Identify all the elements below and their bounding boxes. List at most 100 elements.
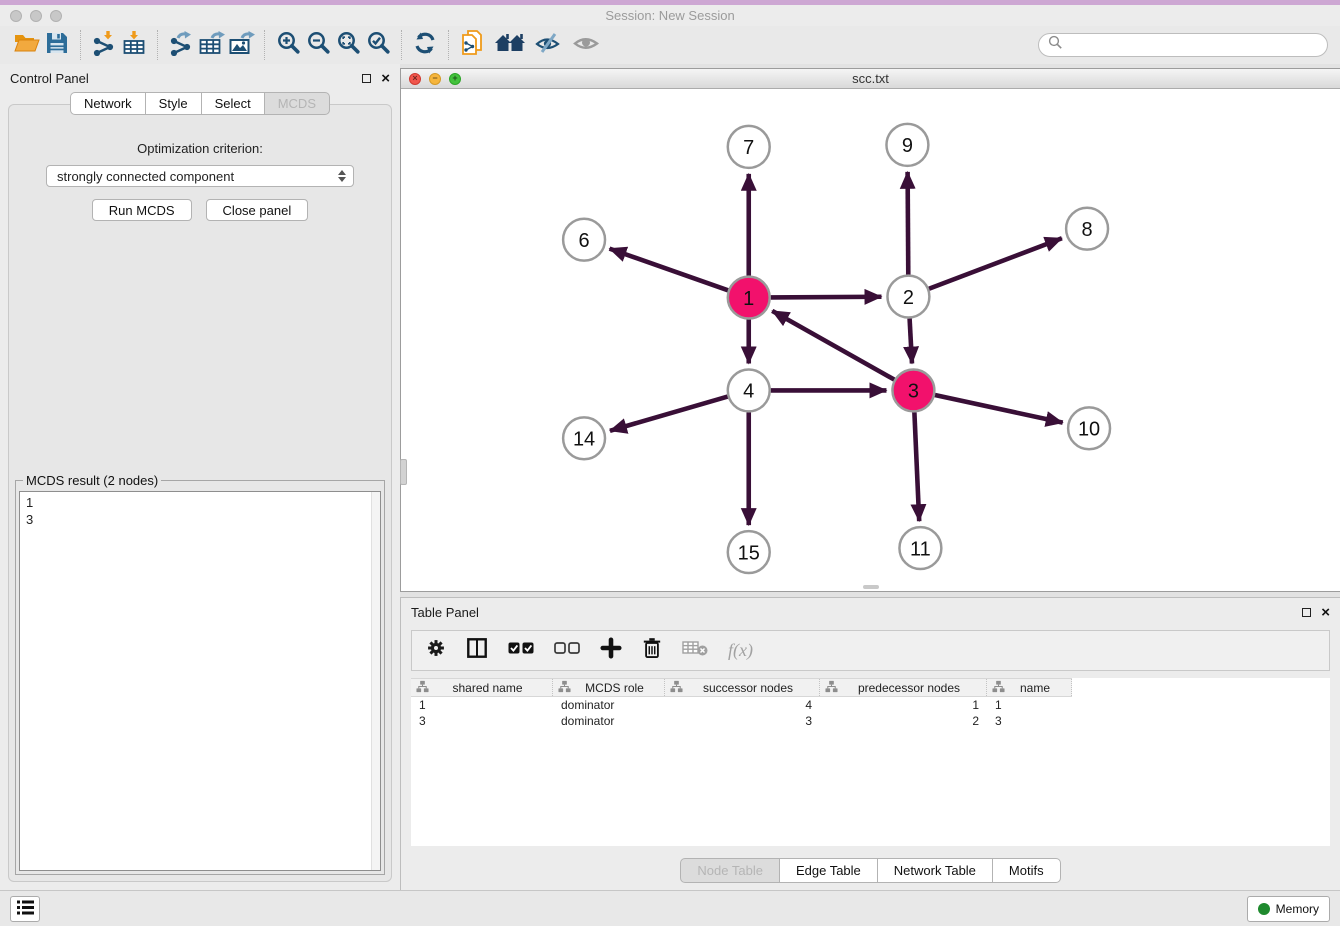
result-scrollbar[interactable] [371, 492, 380, 870]
table-row[interactable]: 1dominator411 [411, 697, 1330, 713]
graph-edge-3-1[interactable] [772, 311, 894, 380]
import-table-button[interactable] [119, 30, 149, 60]
mcds-result-title: MCDS result (2 nodes) [23, 473, 161, 488]
column-browser-button[interactable] [466, 637, 488, 664]
show-eye-button[interactable] [571, 30, 601, 60]
network-zoom-button[interactable]: + [449, 73, 461, 85]
table-cell: 3 [411, 714, 553, 728]
tab-mcds[interactable]: MCDS [264, 92, 330, 115]
save-session-button[interactable] [42, 30, 72, 60]
tab-node-table[interactable]: Node Table [680, 858, 780, 883]
network-minimize-button[interactable]: − [429, 73, 441, 85]
float-panel-icon[interactable] [1302, 608, 1311, 617]
canvas-left-scroll-handle[interactable] [400, 459, 407, 485]
network-close-button[interactable]: × [409, 73, 421, 85]
float-panel-icon[interactable] [362, 74, 371, 83]
tab-select[interactable]: Select [201, 92, 265, 115]
import-network-button[interactable] [89, 30, 119, 60]
table-settings-button[interactable] [426, 638, 446, 663]
graph-node-label: 3 [908, 381, 919, 403]
splitter-grip[interactable] [863, 585, 879, 589]
network-canvas[interactable]: 7968124314101511 [401, 89, 1340, 591]
graph-edge-2-8[interactable] [929, 238, 1062, 288]
open-session-button[interactable] [12, 30, 42, 60]
network-graph: 7968124314101511 [401, 89, 1340, 591]
duplicate-network-button[interactable] [457, 30, 487, 60]
function-builder-button[interactable]: f(x) [728, 640, 753, 661]
criterion-value: strongly connected component [57, 169, 338, 184]
select-chevrons-icon [338, 170, 346, 182]
columns-icon [466, 637, 488, 664]
control-panel: Control Panel × NetworkStyleSelectMCDS O… [0, 64, 400, 890]
graph-node-label: 9 [902, 135, 913, 157]
export-network-icon [168, 30, 194, 61]
column-header-shared-name[interactable]: shared name [411, 679, 553, 696]
select-all-columns-button[interactable] [508, 641, 534, 660]
delete-table-button[interactable] [682, 639, 708, 662]
graph-edge-4-14[interactable] [610, 397, 728, 431]
graph-edge-2-3[interactable] [910, 319, 912, 364]
memory-label: Memory [1276, 902, 1319, 916]
fx-icon: f(x) [728, 640, 753, 661]
column-header-name[interactable]: name [987, 679, 1072, 696]
zoom-selected-button[interactable] [363, 30, 393, 60]
eye-icon [572, 31, 600, 60]
task-history-button[interactable] [10, 896, 40, 922]
plus-icon [600, 637, 622, 664]
unchecked-boxes-icon [554, 641, 580, 660]
close-panel-icon[interactable]: × [1321, 605, 1330, 620]
graph-edge-1-6[interactable] [609, 249, 728, 291]
close-panel-button[interactable]: Close panel [206, 199, 309, 221]
graph-edge-1-2[interactable] [771, 297, 882, 298]
tab-style[interactable]: Style [145, 92, 202, 115]
sort-hierarchy-icon [987, 680, 1005, 696]
network-title: scc.txt [852, 71, 889, 86]
close-window-button[interactable] [10, 10, 22, 22]
control-panel-header: Control Panel × [0, 64, 400, 92]
table-panel: Table Panel × [400, 597, 1340, 890]
import-table-icon [121, 30, 147, 61]
column-header-successor-nodes[interactable]: successor nodes [665, 679, 820, 696]
zoom-in-button[interactable] [273, 30, 303, 60]
memory-button[interactable]: Memory [1247, 896, 1330, 922]
graph-edge-3-11[interactable] [914, 412, 919, 521]
mcds-result-list[interactable]: 13 [19, 491, 381, 871]
sort-hierarchy-icon [665, 680, 683, 696]
close-panel-icon[interactable]: × [381, 71, 390, 86]
criterion-select[interactable]: strongly connected component [46, 165, 354, 187]
trash-icon [642, 637, 662, 664]
node-table[interactable]: shared nameMCDS rolesuccessor nodesprede… [411, 678, 1330, 846]
deselect-all-columns-button[interactable] [554, 641, 580, 660]
export-network-button[interactable] [166, 30, 196, 60]
create-column-button[interactable] [600, 637, 622, 664]
zoom-fit-button[interactable] [333, 30, 363, 60]
table-header-row: shared nameMCDS rolesuccessor nodesprede… [411, 678, 1072, 697]
graph-edge-3-10[interactable] [935, 395, 1063, 423]
table-row[interactable]: 3dominator323 [411, 713, 1330, 729]
application-window: Session: New Session [0, 0, 1340, 926]
delete-columns-button[interactable] [642, 637, 662, 664]
column-header-predecessor-nodes[interactable]: predecessor nodes [820, 679, 987, 696]
toggle-visibility-button[interactable] [533, 30, 563, 60]
tab-motifs[interactable]: Motifs [992, 858, 1061, 883]
zoom-out-button[interactable] [303, 30, 333, 60]
column-header-mcds-role[interactable]: MCDS role [553, 679, 665, 696]
main-titlebar: Session: New Session [0, 5, 1340, 26]
minimize-window-button[interactable] [30, 10, 42, 22]
search-input[interactable] [1063, 38, 1318, 53]
zoom-selected-icon [366, 30, 391, 60]
apply-layout-button[interactable] [410, 30, 440, 60]
mcds-result-group: MCDS result (2 nodes) 13 [15, 473, 385, 875]
export-image-button[interactable] [226, 30, 256, 60]
zoom-window-button[interactable] [50, 10, 62, 22]
tab-network-table[interactable]: Network Table [877, 858, 993, 883]
run-mcds-button[interactable]: Run MCDS [92, 199, 192, 221]
tab-edge-table[interactable]: Edge Table [779, 858, 878, 883]
mcds-result-line: 3 [20, 511, 380, 528]
graph-edge-2-9[interactable] [908, 172, 909, 275]
home-button[interactable] [495, 30, 525, 60]
export-table-button[interactable] [196, 30, 226, 60]
tab-network[interactable]: Network [70, 92, 146, 115]
table-cell: dominator [553, 714, 665, 728]
import-network-icon [91, 30, 117, 61]
